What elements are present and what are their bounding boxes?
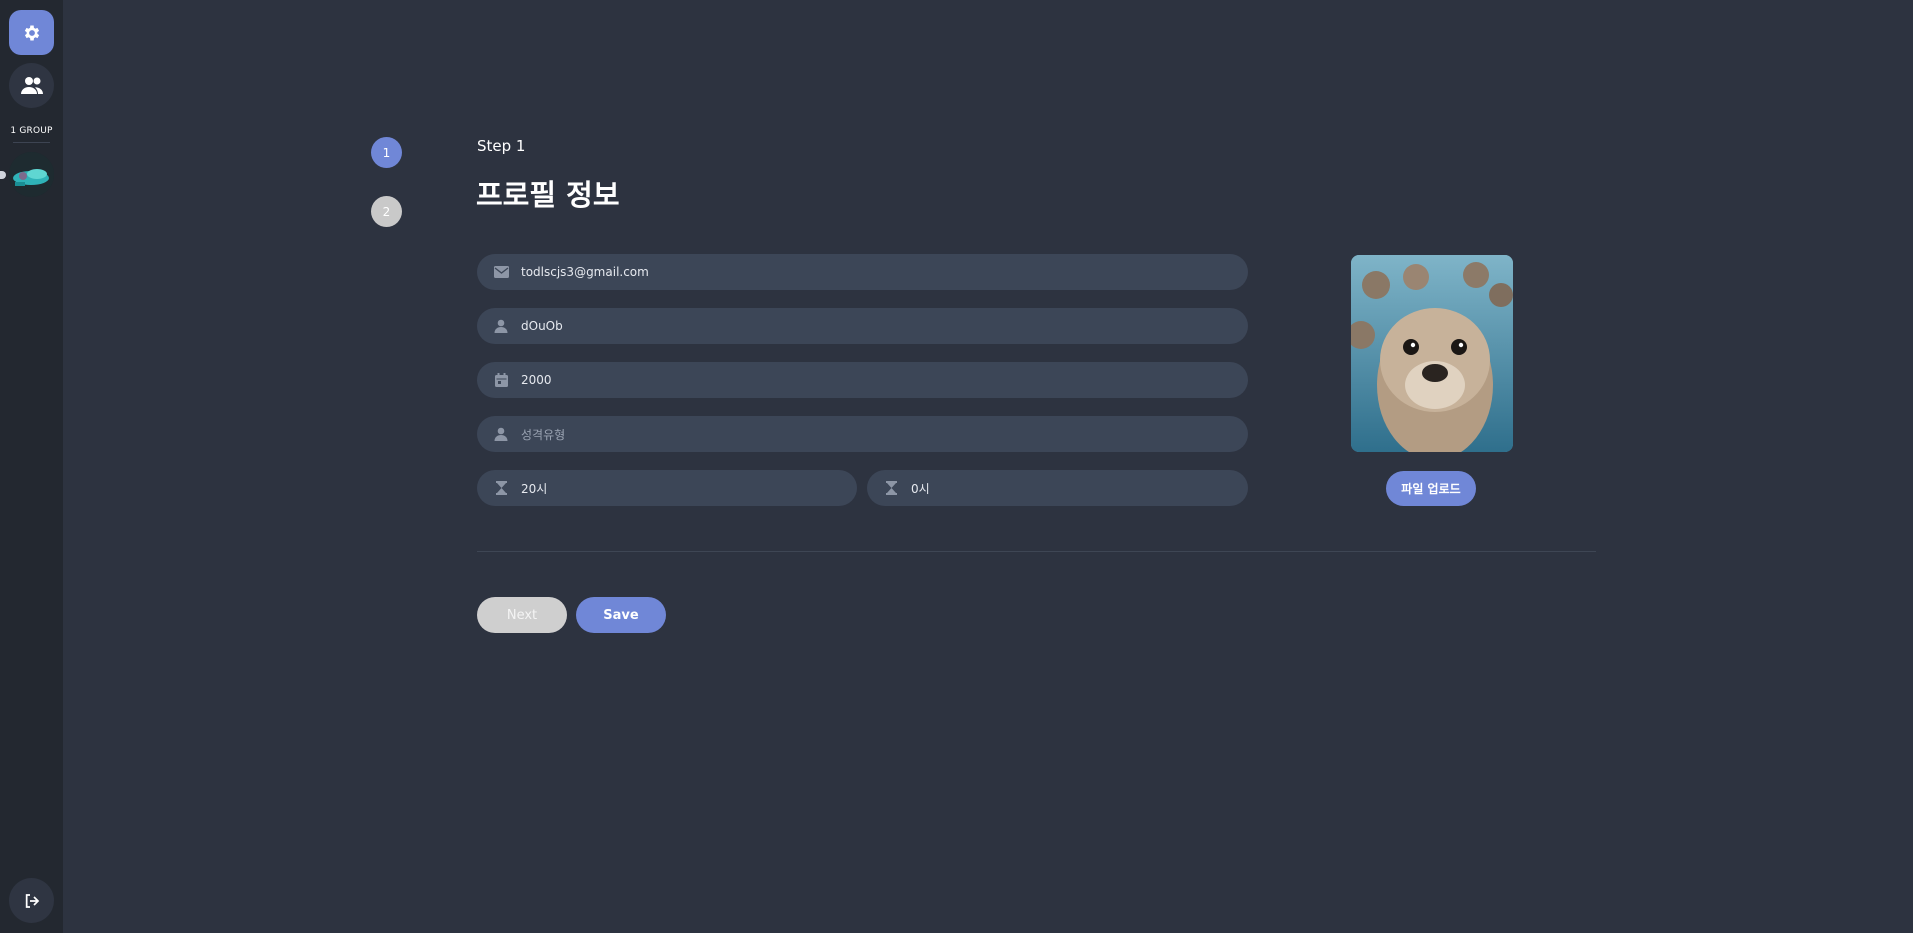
calendar-icon [493,372,509,388]
section-divider [477,551,1596,552]
step-label: Step 1 [477,137,526,155]
email-value: todlscjs3@gmail.com [521,265,649,279]
next-button[interactable]: Next [477,597,567,633]
settings-button[interactable] [9,10,54,55]
page-title: 프로필 정보 [476,178,620,212]
sidebar-divider [13,142,50,143]
otter-photo-image [1351,255,1513,452]
logout-icon [25,893,39,908]
end-time-value: 0시 [911,481,930,496]
friends-button[interactable] [9,63,54,108]
step-indicator-1[interactable]: 1 [371,137,402,168]
nickname-field[interactable]: dOuOb [477,308,1248,344]
start-time-field[interactable]: 20시 [477,470,857,506]
birth-year-field[interactable]: 2000 [477,362,1248,398]
file-upload-button[interactable]: 파일 업로드 [1386,471,1476,506]
start-time-value: 20시 [521,481,548,496]
step-indicator-2[interactable]: 2 [371,196,402,227]
user-icon [493,426,509,442]
group-avatar-image [9,152,54,197]
sidebar: 1 GROUP [0,0,63,933]
nickname-value: dOuOb [521,319,563,333]
users-icon [20,76,43,94]
logout-button[interactable] [9,878,54,923]
gear-icon [24,25,39,40]
personality-type-placeholder: 성격유형 [521,427,566,442]
profile-photo [1351,255,1513,452]
group-count-label: 1 GROUP [10,126,53,136]
end-time-field[interactable]: 0시 [867,470,1248,506]
group-avatar[interactable] [9,152,54,197]
birth-year-value: 2000 [521,373,552,387]
group-active-indicator [0,171,6,179]
hourglass-icon [493,480,509,496]
user-icon [493,318,509,334]
personality-type-field[interactable]: 성격유형 [477,416,1248,452]
email-field[interactable]: todlscjs3@gmail.com [477,254,1248,290]
save-button[interactable]: Save [576,597,666,633]
envelope-icon [493,264,509,280]
hourglass-icon [883,480,899,496]
